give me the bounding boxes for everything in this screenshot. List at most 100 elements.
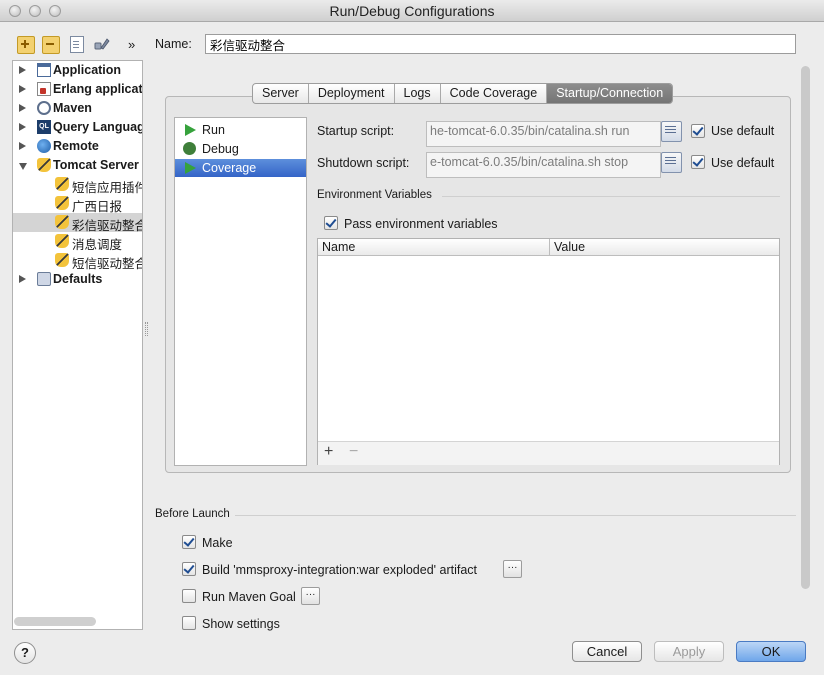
shutdown-script-label: Shutdown script: bbox=[317, 156, 410, 170]
before-launch-checkbox[interactable] bbox=[182, 535, 196, 549]
environment-variables-heading: Environment Variables bbox=[317, 189, 432, 201]
more-actions-button[interactable]: » bbox=[128, 37, 135, 52]
apply-button[interactable]: Apply bbox=[654, 641, 724, 662]
tomcat-icon bbox=[55, 234, 69, 248]
disclosure-closed-icon[interactable] bbox=[19, 66, 26, 74]
tomcat-icon bbox=[55, 196, 69, 210]
tree-item[interactable]: QL Query Languag bbox=[13, 118, 143, 137]
startup-use-default-label: Use default bbox=[711, 124, 775, 138]
tree-item[interactable]: 短信驱动整合 bbox=[13, 251, 143, 270]
tree-item-label: Application bbox=[53, 63, 122, 77]
wrench-icon bbox=[94, 38, 110, 50]
remove-env-button[interactable]: − bbox=[349, 443, 358, 461]
env-column-value[interactable]: Value bbox=[550, 239, 779, 256]
disclosure-closed-icon[interactable] bbox=[19, 275, 26, 283]
pass-env-checkbox[interactable] bbox=[324, 216, 338, 230]
tab-logs[interactable]: Logs bbox=[395, 84, 441, 103]
pass-env-label: Pass environment variables bbox=[344, 217, 498, 231]
application-icon bbox=[37, 63, 51, 77]
disclosure-closed-icon[interactable] bbox=[19, 142, 26, 150]
mode-debug[interactable]: Debug bbox=[175, 140, 306, 158]
mode-coverage[interactable]: Coverage bbox=[175, 159, 306, 177]
tree-item[interactable]: 广西日报 bbox=[13, 194, 142, 213]
before-launch-options-button[interactable]: ··· bbox=[301, 587, 320, 605]
startup-use-default-checkbox[interactable] bbox=[691, 124, 705, 138]
configuration-tree[interactable]: Application Erlang applicat Maven QL Query L… bbox=[12, 60, 143, 630]
tree-item-label: 消息调度 bbox=[72, 238, 123, 251]
tree-item[interactable]: Erlang applicat bbox=[13, 80, 143, 99]
before-launch-checkbox[interactable] bbox=[182, 616, 196, 630]
disclosure-closed-icon[interactable] bbox=[19, 85, 26, 93]
tab-deployment[interactable]: Deployment bbox=[309, 84, 395, 103]
env-column-name[interactable]: Name bbox=[318, 239, 550, 256]
tomcat-icon bbox=[55, 253, 69, 267]
before-launch-options-button[interactable]: ··· bbox=[503, 560, 522, 578]
tab-startup-connection[interactable]: Startup/Connection bbox=[547, 84, 673, 103]
tree-item[interactable]: Defaults bbox=[13, 270, 142, 289]
mode-label: Coverage bbox=[202, 161, 257, 175]
coverage-icon bbox=[185, 162, 196, 174]
tree-item-label: 短信应用插件 bbox=[72, 181, 143, 194]
shutdown-use-default-checkbox[interactable] bbox=[691, 155, 705, 169]
edit-defaults-button[interactable] bbox=[93, 36, 110, 52]
remote-icon bbox=[37, 139, 51, 153]
mode-run[interactable]: Run bbox=[175, 121, 306, 139]
splitter-handle[interactable] bbox=[145, 322, 148, 336]
tomcat-icon bbox=[37, 158, 51, 172]
name-input[interactable] bbox=[205, 34, 796, 54]
tree-item-label: Defaults bbox=[53, 272, 103, 286]
tree-item-label: Tomcat Server bbox=[53, 158, 139, 172]
tree-item[interactable]: Maven bbox=[13, 99, 142, 118]
mode-label: Debug bbox=[202, 142, 239, 156]
tree-item[interactable]: Application bbox=[13, 61, 142, 80]
tree-item[interactable]: 彩信驱动整合 bbox=[13, 213, 143, 232]
tree-horizontal-scrollbar[interactable] bbox=[14, 617, 96, 626]
disclosure-open-icon[interactable] bbox=[19, 163, 27, 170]
env-table[interactable]: Name Value + − bbox=[317, 238, 780, 465]
tree-item-label: Remote bbox=[53, 139, 99, 153]
tab-code-coverage[interactable]: Code Coverage bbox=[441, 84, 548, 103]
tab-server[interactable]: Server bbox=[253, 84, 309, 103]
before-launch-checkbox[interactable] bbox=[182, 589, 196, 603]
copy-configuration-button[interactable] bbox=[70, 36, 84, 53]
mode-label: Run bbox=[202, 123, 225, 137]
startup-script-input[interactable]: he-tomcat-6.0.35/bin/catalina.sh run bbox=[426, 121, 661, 147]
tree-item[interactable]: Tomcat Server bbox=[13, 156, 142, 175]
erlang-icon bbox=[37, 82, 51, 96]
startup-script-label: Startup script: bbox=[317, 124, 395, 138]
shutdown-browse-button[interactable] bbox=[661, 152, 682, 173]
tree-item-label: Erlang applicat bbox=[53, 82, 143, 96]
ok-button[interactable]: OK bbox=[736, 641, 806, 662]
startup-browse-button[interactable] bbox=[661, 121, 682, 142]
tree-item[interactable]: Remote bbox=[13, 137, 142, 156]
add-configuration-button[interactable] bbox=[17, 36, 35, 54]
title-bar: Run/Debug Configurations bbox=[0, 0, 824, 22]
cancel-button[interactable]: Cancel bbox=[572, 641, 642, 662]
debug-icon bbox=[183, 142, 196, 155]
remove-configuration-button[interactable] bbox=[42, 36, 60, 54]
tree-item-label: Query Languag bbox=[53, 120, 143, 134]
tree-item-label: 广西日报 bbox=[72, 200, 123, 213]
run-icon bbox=[185, 124, 196, 136]
tree-item[interactable]: 短信应用插件 bbox=[13, 175, 143, 194]
shutdown-script-input[interactable]: e-tomcat-6.0.35/bin/catalina.sh stop bbox=[426, 152, 661, 178]
before-launch-label: Show settings bbox=[202, 617, 280, 631]
add-env-button[interactable]: + bbox=[324, 443, 333, 461]
name-label: Name: bbox=[155, 37, 192, 51]
env-table-toolbar: + − bbox=[318, 441, 779, 465]
tree-item-label: 彩信驱动整合 bbox=[72, 219, 143, 232]
tree-item-label: 短信驱动整合 bbox=[72, 257, 143, 270]
maven-icon bbox=[37, 101, 51, 115]
tab-bar: Server Deployment Logs Code Coverage Startup… bbox=[252, 83, 674, 104]
before-launch-checkbox[interactable] bbox=[182, 562, 196, 576]
tree-item[interactable]: 消息调度 bbox=[13, 232, 142, 251]
shutdown-use-default-label: Use default bbox=[711, 156, 775, 170]
help-button[interactable]: ? bbox=[14, 642, 36, 664]
tree-item-label: Maven bbox=[53, 101, 92, 115]
disclosure-closed-icon[interactable] bbox=[19, 104, 26, 112]
mode-list[interactable]: Run Debug Coverage bbox=[174, 117, 307, 466]
disclosure-closed-icon[interactable] bbox=[19, 123, 26, 131]
before-launch-label: Run Maven Goal bbox=[202, 590, 296, 604]
before-launch-separator bbox=[235, 515, 796, 516]
right-vertical-scrollbar[interactable] bbox=[801, 66, 810, 589]
